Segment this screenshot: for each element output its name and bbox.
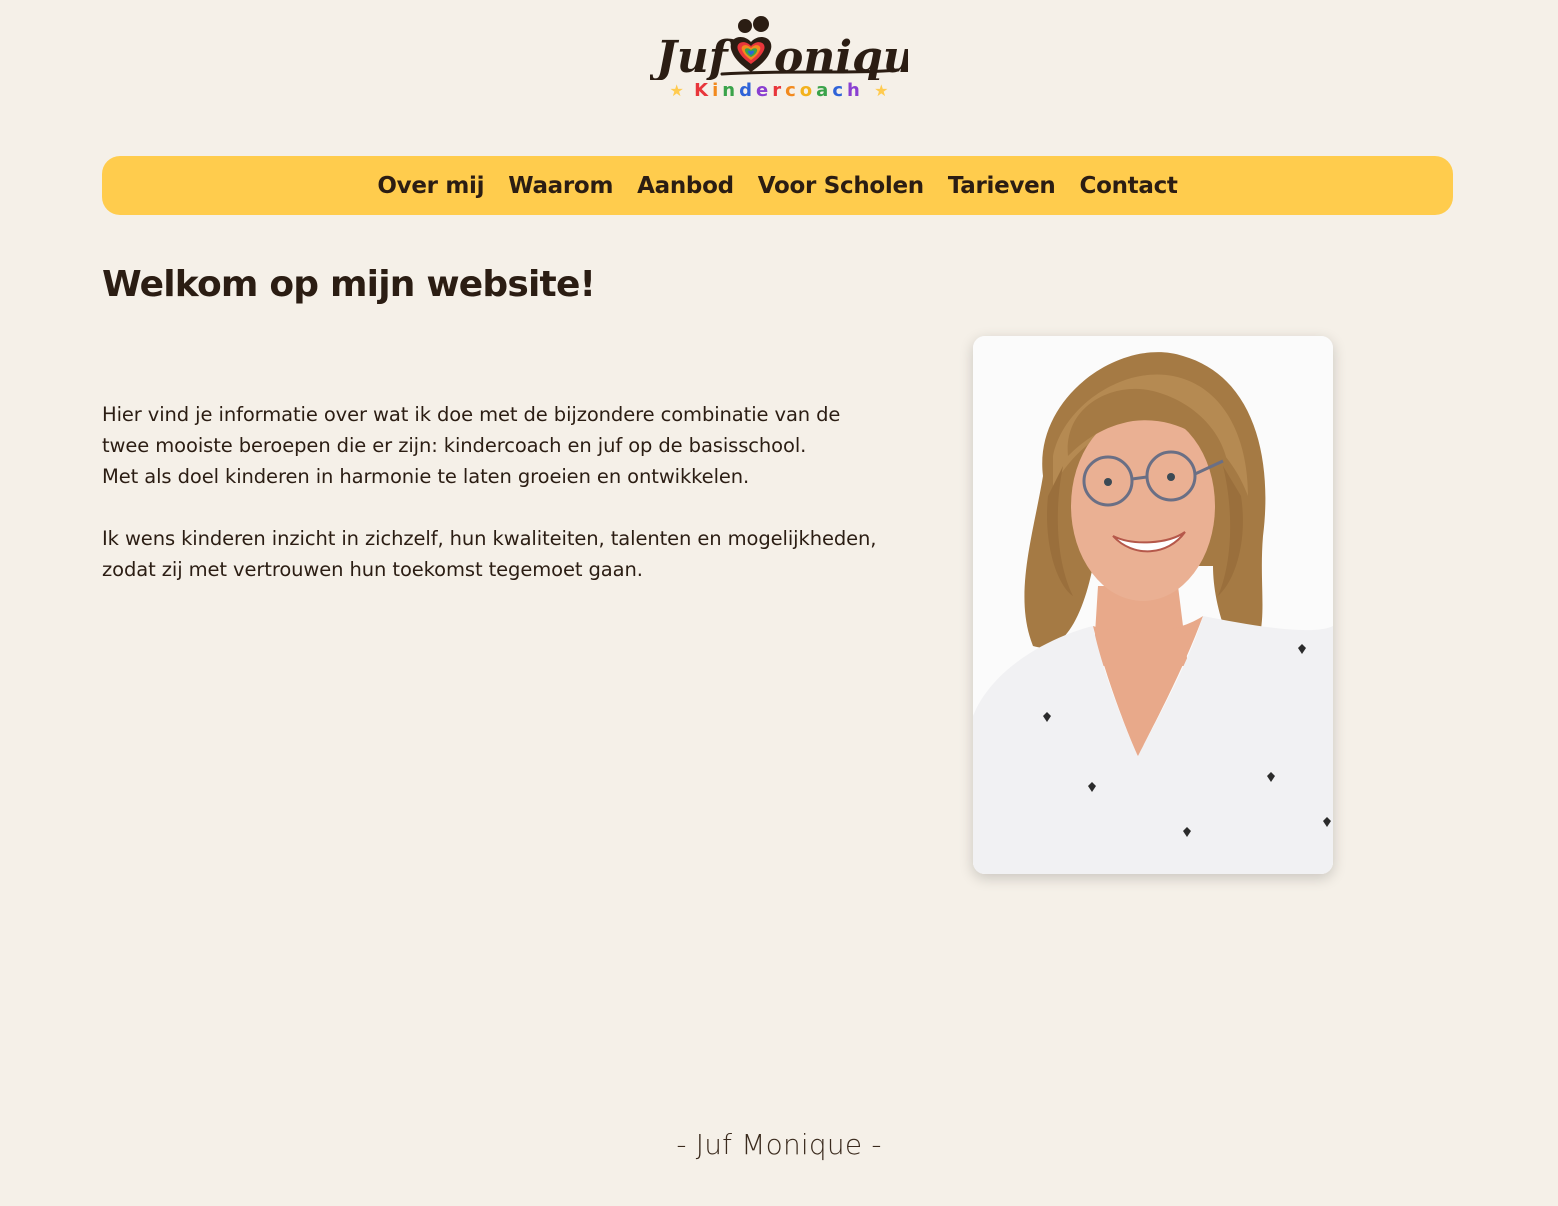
nav-item-tarieven[interactable]: Tarieven xyxy=(948,173,1056,199)
star-icon: ★ xyxy=(669,81,684,100)
logo-subtitle-letter: i xyxy=(712,80,723,101)
logo-subtitle-letter: a xyxy=(816,80,833,101)
logo-subtitle-letter: n xyxy=(722,80,740,101)
intro-paragraph: Hier vind je informatie over wat ik doe … xyxy=(102,403,841,457)
logo-subtitle-letter: c xyxy=(832,80,847,101)
footer-text: - Juf Monique - xyxy=(676,1128,882,1161)
nav-item-waarom[interactable]: Waarom xyxy=(508,173,613,199)
nav-item-contact[interactable]: Contact xyxy=(1080,173,1178,199)
logo-subtitle-letter: c xyxy=(785,80,800,101)
logo-subtitle-letter: o xyxy=(799,80,817,101)
page-title: Welkom op mijn website! xyxy=(102,264,596,305)
logo-wordmark: Juf onique xyxy=(650,16,908,80)
logo-subtitle-letter: r xyxy=(772,80,786,101)
nav-item-over-mij[interactable]: Over mij xyxy=(377,173,484,199)
nav-item-voor-scholen[interactable]: Voor Scholen xyxy=(758,173,924,199)
logo-subtitle-letter: e xyxy=(756,80,773,101)
logo-subtitle-letter: K xyxy=(694,80,713,101)
intro-paragraph: Ik wens kinderen inzicht in zichzelf, hu… xyxy=(102,527,877,581)
logo-subtitle: ★ Kindercoach ★ xyxy=(650,80,908,102)
logo-subtitle-letter: h xyxy=(847,80,864,101)
heart-people-icon xyxy=(730,16,772,72)
nav-item-aanbod[interactable]: Aanbod xyxy=(637,173,734,199)
main-nav: Over mij Waarom Aanbod Voor Scholen Tari… xyxy=(102,156,1453,215)
portrait-photo xyxy=(973,336,1333,874)
star-icon: ★ xyxy=(874,81,889,100)
logo-subtitle-text: Kindercoach xyxy=(694,80,864,101)
intro-paragraph: Met als doel kinderen in harmonie te lat… xyxy=(102,465,750,488)
logo-subtitle-letter: d xyxy=(739,80,757,101)
site-logo[interactable]: Juf onique ★ Kindercoach ★ xyxy=(650,14,908,106)
intro-text: Hier vind je informatie over wat ik doe … xyxy=(102,399,882,585)
